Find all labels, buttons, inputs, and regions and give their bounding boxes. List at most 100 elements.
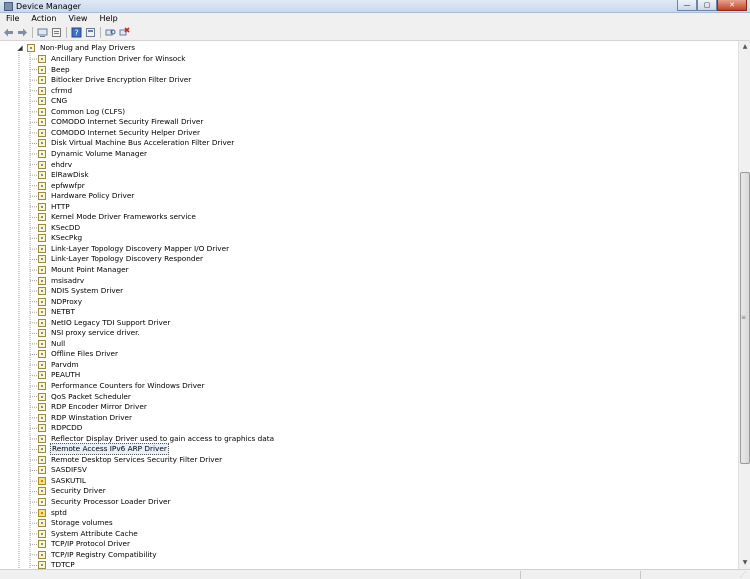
tree-item[interactable]: ehdrv [38,159,738,170]
tree-item-label: sptd [51,507,67,517]
tree-item[interactable]: Offline Files Driver [38,349,738,360]
driver-icon [38,160,46,169]
tree-item-label: NetIO Legacy TDI Support Driver [51,317,171,327]
driver-icon [38,360,46,369]
tree-item-label: HTTP [51,201,70,211]
tree-item[interactable]: Dynamic Volume Manager [38,149,738,160]
tree-item[interactable]: Bitlocker Drive Encryption Filter Driver [38,75,738,86]
driver-icon [38,97,46,106]
menu-view[interactable]: View [62,13,93,25]
driver-icon [38,392,46,401]
tree-item[interactable]: Mount Point Manager [38,265,738,276]
tree-item[interactable]: CNG [38,96,738,107]
tree-item-label: Dynamic Volume Manager [51,148,147,158]
tree-item[interactable]: COMODO Internet Security Firewall Driver [38,117,738,128]
maximize-button[interactable]: ▢ [697,0,717,11]
tree-item[interactable]: NetIO Legacy TDI Support Driver [38,317,738,328]
toolbar-separator [32,27,33,38]
tree-item[interactable]: Kernel Mode Driver Frameworks service [38,212,738,223]
tree-item[interactable]: NDIS System Driver [38,286,738,297]
tree-item[interactable]: HTTP [38,201,738,212]
tree-item[interactable]: msisadrv [38,275,738,286]
tree-item-label: Parvdm [51,359,79,369]
driver-icon [38,529,46,538]
properties-icon[interactable] [51,27,62,38]
tree-item[interactable]: ElRawDisk [38,170,738,181]
show-hidden-icon[interactable] [85,27,96,38]
back-icon[interactable] [3,27,14,38]
minimize-button[interactable]: — [677,0,697,11]
tree-item[interactable]: Remote Access IPv6 ARP Driver [38,443,738,456]
tree-item[interactable]: System Attribute Cache [38,528,738,539]
tree-item[interactable]: NETBT [38,307,738,318]
resize-grip-icon[interactable]: ⋰ [740,570,749,579]
tree-item[interactable]: QoS Packet Scheduler [38,391,738,402]
tree-item[interactable]: epfwwfpr [38,180,738,191]
tree-item-label: Mount Point Manager [51,265,129,274]
computer-view-icon[interactable] [37,27,48,38]
scroll-up-button[interactable]: ▲ [740,42,750,52]
tree-item[interactable]: Performance Counters for Windows Driver [38,381,738,392]
uninstall-icon[interactable] [119,27,130,38]
tree-item[interactable]: RDPCDD [38,423,738,434]
tree-item[interactable]: COMODO Internet Security Helper Driver [38,128,738,139]
tree-item-label: CNG [51,96,68,106]
forward-icon[interactable] [17,27,28,38]
driver-icon [38,276,46,285]
driver-icon [38,181,46,190]
driver-icon [38,403,46,412]
tree-item[interactable]: TCP/IP Protocol Driver [38,539,738,550]
tree-item[interactable]: NSI proxy service driver. [38,328,738,339]
driver-warning-icon [38,476,46,485]
tree-root-non-plug-and-play-drivers[interactable]: ◢ Non-Plug and Play Drivers [16,43,136,53]
tree-item-label: Performance Counters for Windows Driver [51,381,205,391]
tree-item[interactable]: Hardware Policy Driver [38,191,738,202]
menu-file[interactable]: File [0,13,25,25]
tree-item[interactable]: KSecPkg [38,233,738,244]
menu-action[interactable]: Action [25,13,62,25]
tree-item[interactable]: RDP Encoder Mirror Driver [38,402,738,413]
driver-icon [38,213,46,222]
tree-item-label: msisadrv [51,275,85,285]
device-tree[interactable]: ◢ Non-Plug and Play Drivers Ancillary Fu… [0,41,738,569]
tree-item[interactable]: Disk Virtual Machine Bus Acceleration Fi… [38,138,738,149]
tree-item[interactable]: SASDIFSV [38,465,738,476]
tree-item[interactable]: Link-Layer Topology Discovery Responder [38,254,738,265]
close-button[interactable]: ✕ [717,0,747,11]
tree-item-label: Remote Access IPv6 ARP Driver [50,443,169,456]
tree-item[interactable]: Remote Desktop Services Security Filter … [38,455,738,466]
tree-item-label: Security Processor Loader Driver [51,497,171,507]
tree-item[interactable]: Link-Layer Topology Discovery Mapper I/O… [38,244,738,255]
tree-item[interactable]: KSecDD [38,223,738,234]
vertical-scrollbar[interactable]: ▲ ≡ ▼ [738,41,750,569]
collapse-arrow-icon[interactable]: ◢ [16,44,24,52]
tree-item[interactable]: Beep [38,64,738,75]
tree-item[interactable]: Storage volumes [38,518,738,529]
toolbar: ? [0,25,750,41]
status-bar: ⋰ [0,569,750,579]
scan-hardware-icon[interactable] [105,27,116,38]
driver-icon [38,339,46,348]
help-icon[interactable]: ? [71,27,82,38]
tree-item[interactable]: cfrmd [38,85,738,96]
tree-item[interactable]: Null [38,339,738,350]
tree-item[interactable]: TDTCP [38,560,738,569]
tree-item-label: SASDIFSV [51,465,87,475]
scroll-down-button[interactable]: ▼ [740,558,750,568]
tree-item[interactable]: sptd [38,507,738,518]
tree-item[interactable]: Ancillary Function Driver for Winsock [38,54,738,65]
tree-item[interactable]: NDProxy [38,296,738,307]
tree-item[interactable]: Common Log (CLFS) [38,107,738,118]
tree-item[interactable]: Parvdm [38,360,738,371]
driver-icon [38,76,46,85]
menu-help[interactable]: Help [93,13,123,25]
driver-icon [38,202,46,211]
tree-item-label: Null [51,338,66,348]
tree-item[interactable]: Security Processor Loader Driver [38,497,738,508]
driver-icon [38,287,46,296]
tree-item[interactable]: RDP Winstation Driver [38,412,738,423]
tree-item[interactable]: SASKUTIL [38,476,738,487]
tree-item[interactable]: PEAUTH [38,370,738,381]
tree-item[interactable]: Security Driver [38,486,738,497]
tree-item[interactable]: TCP/IP Registry Compatibility [38,550,738,561]
